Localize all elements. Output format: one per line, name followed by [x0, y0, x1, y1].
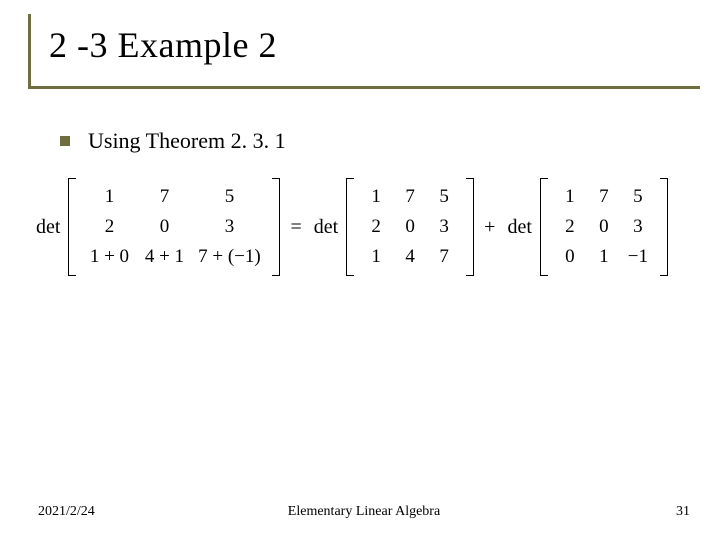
matrix-cell: 2	[362, 216, 390, 238]
slide: 2 -3 Example 2 Using Theorem 2. 3. 1 det…	[0, 0, 720, 540]
matrix-cell: −1	[624, 246, 652, 268]
footer-title: Elementary Linear Algebra	[255, 504, 472, 520]
matrix-cell: 0	[556, 246, 584, 268]
det-label-left: det	[36, 216, 60, 239]
bracket-left-icon	[540, 178, 548, 276]
matrix-cell: 2	[556, 216, 584, 238]
matrix-cell: 1	[84, 186, 134, 208]
matrix-cell: 5	[624, 186, 652, 208]
matrix-cell: 7	[396, 186, 424, 208]
matrix-cell: 1	[362, 246, 390, 268]
equation: det 1 7 5 2 0 3 1 + 0 4 + 1 7 + (−1) = d…	[34, 178, 700, 276]
matrix-cell: 5	[194, 186, 264, 208]
matrix-b: 1 7 5 2 0 3 1 4 7	[346, 178, 474, 276]
footer-page-number: 31	[473, 504, 690, 520]
matrix-cell: 7 + (−1)	[194, 246, 264, 268]
matrix-cell: 3	[430, 216, 458, 238]
det-label-c: det	[507, 216, 531, 239]
matrix-a-body: 1 7 5 2 0 3 1 + 0 4 + 1 7 + (−1)	[78, 178, 270, 276]
matrix-cell: 0	[590, 216, 618, 238]
matrix-cell: 0	[396, 216, 424, 238]
matrix-cell: 7	[590, 186, 618, 208]
matrix-a: 1 7 5 2 0 3 1 + 0 4 + 1 7 + (−1)	[68, 178, 280, 276]
matrix-cell: 1	[556, 186, 584, 208]
bracket-left-icon	[346, 178, 354, 276]
matrix-cell: 4	[396, 246, 424, 268]
matrix-cell: 0	[134, 216, 194, 238]
matrix-cell: 7	[430, 246, 458, 268]
matrix-cell: 1	[362, 186, 390, 208]
matrix-cell: 4 + 1	[134, 246, 194, 268]
matrix-cell: 1 + 0	[84, 246, 134, 268]
slide-title: 2 -3 Example 2	[49, 24, 682, 66]
footer-date: 2021/2/24	[38, 504, 255, 520]
matrix-c: 1 7 5 2 0 3 0 1 −1	[540, 178, 668, 276]
bracket-right-icon	[466, 178, 474, 276]
matrix-cell: 7	[134, 186, 194, 208]
bracket-right-icon	[272, 178, 280, 276]
matrix-cell: 3	[624, 216, 652, 238]
matrix-cell: 3	[194, 216, 264, 238]
equals-sign: =	[290, 216, 301, 239]
title-container: 2 -3 Example 2	[28, 14, 700, 89]
matrix-c-body: 1 7 5 2 0 3 0 1 −1	[550, 178, 658, 276]
matrix-b-body: 1 7 5 2 0 3 1 4 7	[356, 178, 464, 276]
det-label-b: det	[314, 216, 338, 239]
bullet-item: Using Theorem 2. 3. 1	[60, 128, 286, 154]
matrix-cell: 2	[84, 216, 134, 238]
bracket-left-icon	[68, 178, 76, 276]
bullet-text: Using Theorem 2. 3. 1	[88, 128, 286, 154]
footer: 2021/2/24 Elementary Linear Algebra 31	[0, 504, 720, 520]
plus-sign: +	[484, 216, 495, 239]
bullet-square-icon	[60, 136, 70, 146]
matrix-cell: 5	[430, 186, 458, 208]
matrix-cell: 1	[590, 246, 618, 268]
bracket-right-icon	[660, 178, 668, 276]
